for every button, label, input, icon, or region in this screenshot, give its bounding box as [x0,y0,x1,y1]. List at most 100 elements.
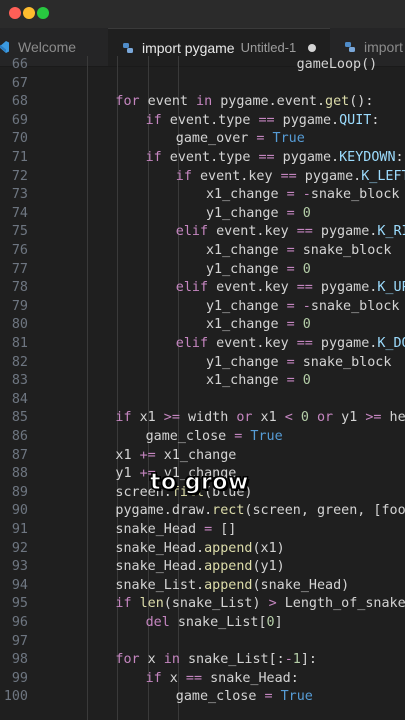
video-caption: to grow [150,470,249,496]
code-line[interactable]: 83 x1_change = 0 [0,372,405,391]
code-token: >= [163,410,188,426]
code-line[interactable]: 75 elif event.key == pygame.K_RIGHT: [0,223,405,242]
code-token: pygame. [320,336,378,351]
code-token: if [115,410,140,426]
code-line[interactable]: 69 if event.type == pygame.QUIT: [0,112,405,131]
code-token: len [139,596,164,612]
code-line[interactable]: 73 x1_change = -snake_block [0,186,405,205]
code-line[interactable]: 70 game_over = True [0,130,405,149]
code-text: pygame.draw.rect(screen, green, [foodx, … [115,502,405,521]
code-token: == [296,280,321,296]
code-line[interactable]: 67 [0,75,405,94]
code-line[interactable]: 85 if x1 >= width or x1 < 0 or y1 >= heig… [0,409,405,428]
code-text: for x in snake_List[:-1]: [115,651,317,670]
code-line[interactable]: 96 del snake_List[0] [0,614,405,633]
code-token: x1_change [206,187,287,203]
code-line[interactable]: 84 [0,391,405,410]
code-line[interactable]: 76 x1_change = snake_block [0,242,405,261]
code-line[interactable]: 79 y1_change = -snake_block [0,298,405,317]
window-minimize-button[interactable] [23,7,35,19]
line-number: 90 [11,503,28,519]
code-text: x1_change = 0 [206,372,311,391]
code-line[interactable]: 91 snake_Head = [] [0,521,405,540]
code-token: ] [274,615,283,630]
code-line[interactable]: 77 y1_change = 0 [0,261,405,280]
code-line[interactable]: 78 elif event.key == pygame.K_UP: [0,279,405,298]
code-line[interactable]: 86 game_close = True [0,428,405,447]
code-token: = [286,317,303,333]
code-token: pygame. [304,168,362,184]
code-token: height [389,410,405,426]
code-line[interactable]: 71 if event.type == pygame.KEYDOWN: [0,149,405,168]
code-line[interactable]: 97 [0,633,405,652]
code-token: pygame.event. [220,94,326,110]
code-token: QUIT [339,112,372,128]
code-token: > [268,596,285,612]
code-token: pygame. [282,150,340,165]
code-token: event [147,94,197,110]
code-token: = [256,131,273,147]
code-token: = - [286,298,311,314]
code-token: x1_change [206,373,287,389]
code-token: append [204,559,253,575]
code-token: True [250,429,283,444]
tab-welcome-label: Welcome [18,39,77,55]
code-token: KEYDOWN [339,150,396,165]
code-line[interactable]: 93 snake_Head.append(y1) [0,558,405,577]
code-token: x [147,652,164,668]
code-line[interactable]: 87 x1 += x1_change [0,447,405,466]
code-token: snake_block [310,187,400,203]
code-token: = - [286,187,311,203]
code-line[interactable]: 68 for event in pygame.event.get(): [0,93,405,112]
code-line[interactable]: 98 for x in snake_List[:-1]: [0,651,405,670]
code-token: snake_Head [115,522,205,537]
line-number: 93 [11,559,28,575]
code-line[interactable]: 81 elif event.key == pygame.K_DOWN: [0,335,405,354]
code-token: event.key [199,168,281,184]
line-number: 92 [11,540,28,556]
code-token: x1 [260,410,285,426]
code-editor[interactable]: 66 gameLoop() 67 68 for event in pygame.even… [0,56,405,720]
code-token: == [296,336,321,351]
code-token: or [316,410,342,426]
code-token: = [204,522,221,537]
code-token: snake_block [310,298,400,314]
line-number: 80 [11,317,28,333]
code-line[interactable]: 66 gameLoop() [0,56,405,75]
code-line[interactable]: 100 game_close = True [0,688,405,707]
code-text: game_close = True [146,428,283,447]
code-token: 1 [292,652,301,668]
code-line[interactable]: 72 if event.key == pygame.K_LEFT: [0,168,405,187]
line-number: 89 [11,484,28,500]
code-line[interactable]: 90 pygame.draw.rect(screen, green, [foodx… [0,502,405,521]
line-number: 83 [11,373,28,389]
code-line[interactable]: 99 if x == snake_Head: [0,670,405,689]
code-text: game_over = True [176,130,305,149]
code-line[interactable]: 74 y1_change = 0 [0,205,405,224]
line-number: 72 [11,168,28,184]
tab-untitled-1-label: import pygame [142,39,235,56]
code-line[interactable]: 82 y1_change = snake_block [0,354,405,373]
code-token: y1_change [206,354,287,370]
code-token: == [258,112,283,128]
modified-dot-icon[interactable] [308,43,317,52]
code-token: (y1) [252,559,285,575]
tab-untitled-1-subtitle: Untitled-1 [240,40,297,55]
code-token: game_over [175,131,257,147]
code-line[interactable]: 92 snake_Head.append(x1) [0,540,405,559]
code-token: x1 [139,410,164,426]
code-token: if [115,596,140,612]
window-maximize-button[interactable] [37,7,49,19]
code-text: if x1 >= width or x1 < 0 or y1 >= height [115,409,405,428]
code-line[interactable]: 95 if len(snake_List) > Length_of_snake: [0,595,405,614]
code-line[interactable]: 80 x1_change = 0 [0,316,405,335]
code-token: += [139,447,164,463]
window-close-button[interactable] [9,7,21,19]
title-bar [0,0,405,28]
code-text: for event in pygame.event.get(): [115,93,373,112]
code-text: if event.key == pygame.K_LEFT: [176,168,405,187]
code-token: width [187,410,237,426]
code-token: snake_List. [115,577,205,593]
code-token: y1_change [206,298,287,314]
code-line[interactable]: 94 snake_List.append(snake_Head) [0,577,405,596]
